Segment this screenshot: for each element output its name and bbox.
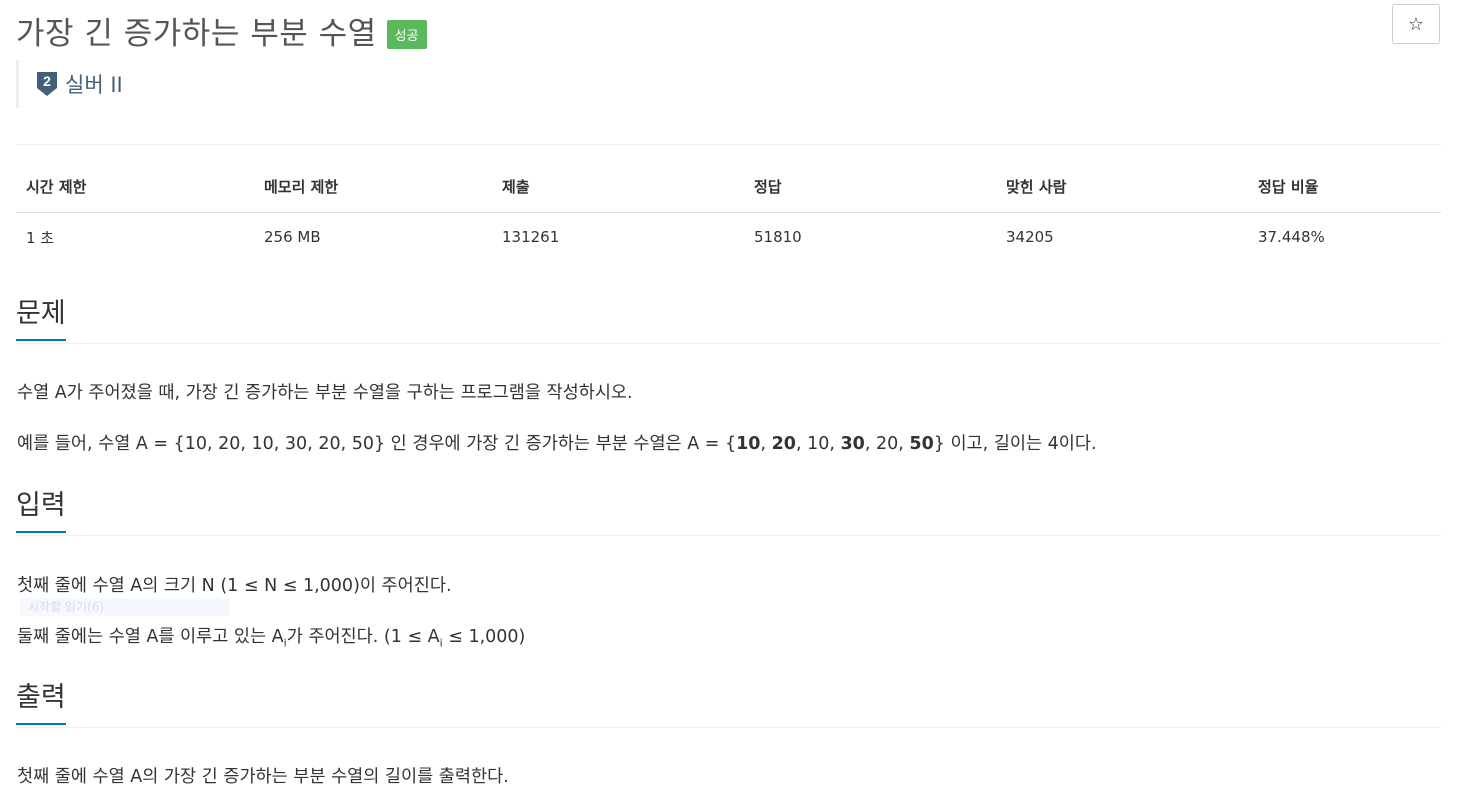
table-row: 1 초 256 MB 131261 51810 34205 37.448% — [16, 213, 1441, 258]
separator: , — [760, 434, 772, 454]
description-text: 예를 들어, 수열 A = {10, 20, 10, 30, 20, 50} 인… — [17, 434, 737, 454]
memory-limit-value: 256 MB — [264, 228, 321, 246]
header-memory-limit: 메모리 제한 — [254, 168, 492, 213]
favorite-button[interactable]: ☆ — [1392, 4, 1440, 44]
output-section-header: 출력 — [16, 681, 1441, 728]
problem-info-table: 시간 제한 메모리 제한 제출 정답 맞힌 사람 정답 비율 1 초 256 M… — [16, 168, 1441, 257]
separator: , 10, — [795, 434, 841, 454]
description-line-2: 예를 들어, 수열 A = {10, 20, 10, 30, 20, 50} 인… — [17, 430, 1097, 455]
separator: , 20, — [864, 434, 910, 454]
bold-value: 10 — [736, 434, 761, 454]
input-heading: 입력 — [16, 489, 66, 533]
header-accepted: 정답 — [744, 168, 996, 213]
header-solved-users: 맞힌 사람 — [996, 168, 1248, 213]
star-icon: ☆ — [1407, 13, 1425, 35]
description-line-1: 수열 A가 주어졌을 때, 가장 긴 증가하는 부분 수열을 구하는 프로그램을… — [17, 383, 633, 403]
description-heading: 문제 — [16, 297, 66, 341]
tier-info: 2 실버 II — [16, 60, 123, 108]
input-section-header: 입력 — [16, 489, 1441, 536]
table-header-row: 시간 제한 메모리 제한 제출 정답 맞힌 사람 정답 비율 — [16, 168, 1441, 213]
divider — [16, 144, 1441, 145]
problem-page: 가장 긴 증가하는 부분 수열 성공 ☆ 2 실버 II 시간 제한 메모리 제… — [0, 0, 1467, 809]
header-time-limit: 시간 제한 — [16, 168, 254, 213]
description-section-header: 문제 — [16, 297, 1441, 344]
submissions-value: 131261 — [502, 228, 560, 246]
description-text: } 이고, 길이는 4이다. — [933, 434, 1097, 454]
bold-value: 50 — [909, 434, 934, 454]
input-line-2: 둘째 줄에는 수열 A를 이루고 있는 Ai가 주어진다. (1 ≤ Ai ≤ … — [17, 623, 525, 650]
output-line-1: 첫째 줄에 수열 A의 가장 긴 증가하는 부분 수열의 길이를 출력한다. — [17, 767, 509, 787]
accepted-value: 51810 — [754, 228, 802, 246]
accept-ratio-value: 37.448% — [1258, 228, 1325, 246]
header-submissions: 제출 — [492, 168, 744, 213]
input-text: 둘째 줄에는 수열 A를 이루고 있는 A — [17, 627, 284, 647]
status-badge: 성공 — [386, 20, 427, 49]
input-text: ≤ 1,000) — [442, 627, 526, 647]
ghost-overlay: 시작할 읽기(6) — [20, 598, 230, 616]
title-row: 가장 긴 증가하는 부분 수열 성공 — [16, 8, 427, 53]
input-line-1: 첫째 줄에 수열 A의 크기 N (1 ≤ N ≤ 1,000)이 주어진다. — [17, 576, 452, 596]
header-accept-ratio: 정답 비율 — [1248, 168, 1441, 213]
tier-shield-icon: 2 — [37, 72, 57, 96]
input-text: 가 주어진다. (1 ≤ A — [286, 627, 440, 647]
solved-users-value: 34205 — [1006, 228, 1054, 246]
bold-value: 30 — [840, 434, 865, 454]
output-heading: 출력 — [16, 681, 66, 725]
bold-value: 20 — [771, 434, 796, 454]
tier-level-number: 2 — [43, 73, 51, 89]
tier-label: 실버 II — [65, 73, 123, 97]
page-title: 가장 긴 증가하는 부분 수열 — [16, 16, 377, 52]
time-limit-value: 1 초 — [26, 228, 55, 247]
